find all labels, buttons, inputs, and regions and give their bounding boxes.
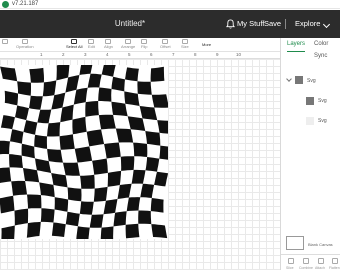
ruler-tick: 3: [84, 52, 87, 57]
combine-label: Combine: [299, 266, 314, 270]
toolbar-label: More: [202, 42, 212, 47]
layer-swatch: [306, 97, 314, 105]
edit-toolbar: Operation Select All Edit Align Arrange …: [0, 38, 280, 52]
toolbar-item-arrange[interactable]: Arrange: [121, 39, 135, 49]
layer-label[interactable]: Svg: [318, 118, 327, 124]
toolbar-label: Offset: [160, 44, 171, 49]
wavy-checkerboard-image[interactable]: [0, 65, 168, 239]
panel-bottom-bar: Slice Combine Attach Flatten: [281, 254, 340, 270]
header-divider: [285, 19, 286, 29]
title-bar: v7.21.187: [0, 0, 340, 9]
toolbar-label: Size: [181, 44, 189, 49]
layer-label[interactable]: Svg: [318, 98, 327, 104]
layer-swatch: [306, 117, 314, 125]
ruler-tick: 7: [172, 52, 175, 57]
toolbar-item-offset[interactable]: Offset: [160, 39, 171, 49]
toolbar-item-edit[interactable]: Edit: [88, 39, 95, 49]
toolbar-item-select-all[interactable]: Select All: [66, 39, 82, 49]
combine-icon[interactable]: [303, 258, 309, 264]
ruler-tick: 2: [62, 52, 65, 57]
ruler-tick: 4: [106, 52, 109, 57]
bell-icon[interactable]: [226, 19, 235, 29]
app-logo-icon: [2, 1, 9, 8]
undo-icon: [2, 39, 8, 44]
toolbar-label: Select All: [66, 44, 83, 49]
blank-canvas-swatch[interactable]: [286, 236, 304, 250]
flatten-icon[interactable]: [332, 258, 338, 264]
chevron-down-icon[interactable]: [322, 20, 331, 29]
tab-color-sync[interactable]: Color Sync: [314, 38, 340, 59]
toolbar-item-size[interactable]: Size: [181, 39, 189, 49]
header-bar: Untitled* My Stuff Save Explore: [0, 10, 340, 38]
tab-layers[interactable]: Layers: [287, 38, 306, 52]
toolbar-item-flip[interactable]: Flip: [141, 39, 147, 49]
slice-icon[interactable]: [288, 258, 294, 264]
attach-label: Attach: [315, 266, 325, 270]
toolbar-item-undo[interactable]: [2, 39, 8, 44]
version-label: v7.21.187: [12, 1, 39, 7]
ruler-tick: 10: [236, 52, 242, 57]
toolbar-item-align[interactable]: Align: [104, 39, 113, 49]
my-stuff-link[interactable]: My Stuff: [237, 10, 264, 38]
ruler-tick: 1: [40, 52, 43, 57]
toolbar-label: Edit: [88, 44, 95, 49]
toolbar-label: Operation: [16, 44, 34, 49]
ruler-tick: 9: [216, 52, 219, 57]
ruler-tick: 8: [194, 52, 197, 57]
flatten-label: Flatten: [329, 266, 340, 270]
toolbar-label: Align: [104, 44, 113, 49]
chevron-down-icon[interactable]: [286, 76, 292, 82]
panel-tabs: Layers Color Sync: [281, 38, 340, 59]
layers-panel: Layers Color Sync Svg Svg Svg Blank Canv…: [280, 38, 340, 270]
toolbar-label: Arrange: [121, 44, 136, 49]
document-title: Untitled*: [114, 19, 146, 28]
toolbar-label: Flip: [141, 44, 148, 49]
blank-canvas-label: Blank Canvas: [308, 242, 333, 247]
layer-group-swatch: [295, 76, 303, 84]
slice-label: Slice: [286, 266, 294, 270]
attach-icon[interactable]: [318, 258, 324, 264]
ruler-tick: 6: [150, 52, 153, 57]
ruler-tick: 5: [128, 52, 131, 57]
layer-group-label[interactable]: Svg: [307, 78, 316, 84]
save-button[interactable]: Save: [264, 10, 281, 38]
app-window: v7.21.187 Untitled* My Stuff Save Explor…: [0, 0, 340, 270]
toolbar-item-more[interactable]: More: [202, 42, 211, 47]
explore-menu[interactable]: Explore: [295, 10, 320, 38]
toolbar-item-operation[interactable]: Operation: [16, 39, 34, 49]
ruler-horizontal: 1 2 3 4 5 6 7 8 9 10: [0, 52, 280, 59]
